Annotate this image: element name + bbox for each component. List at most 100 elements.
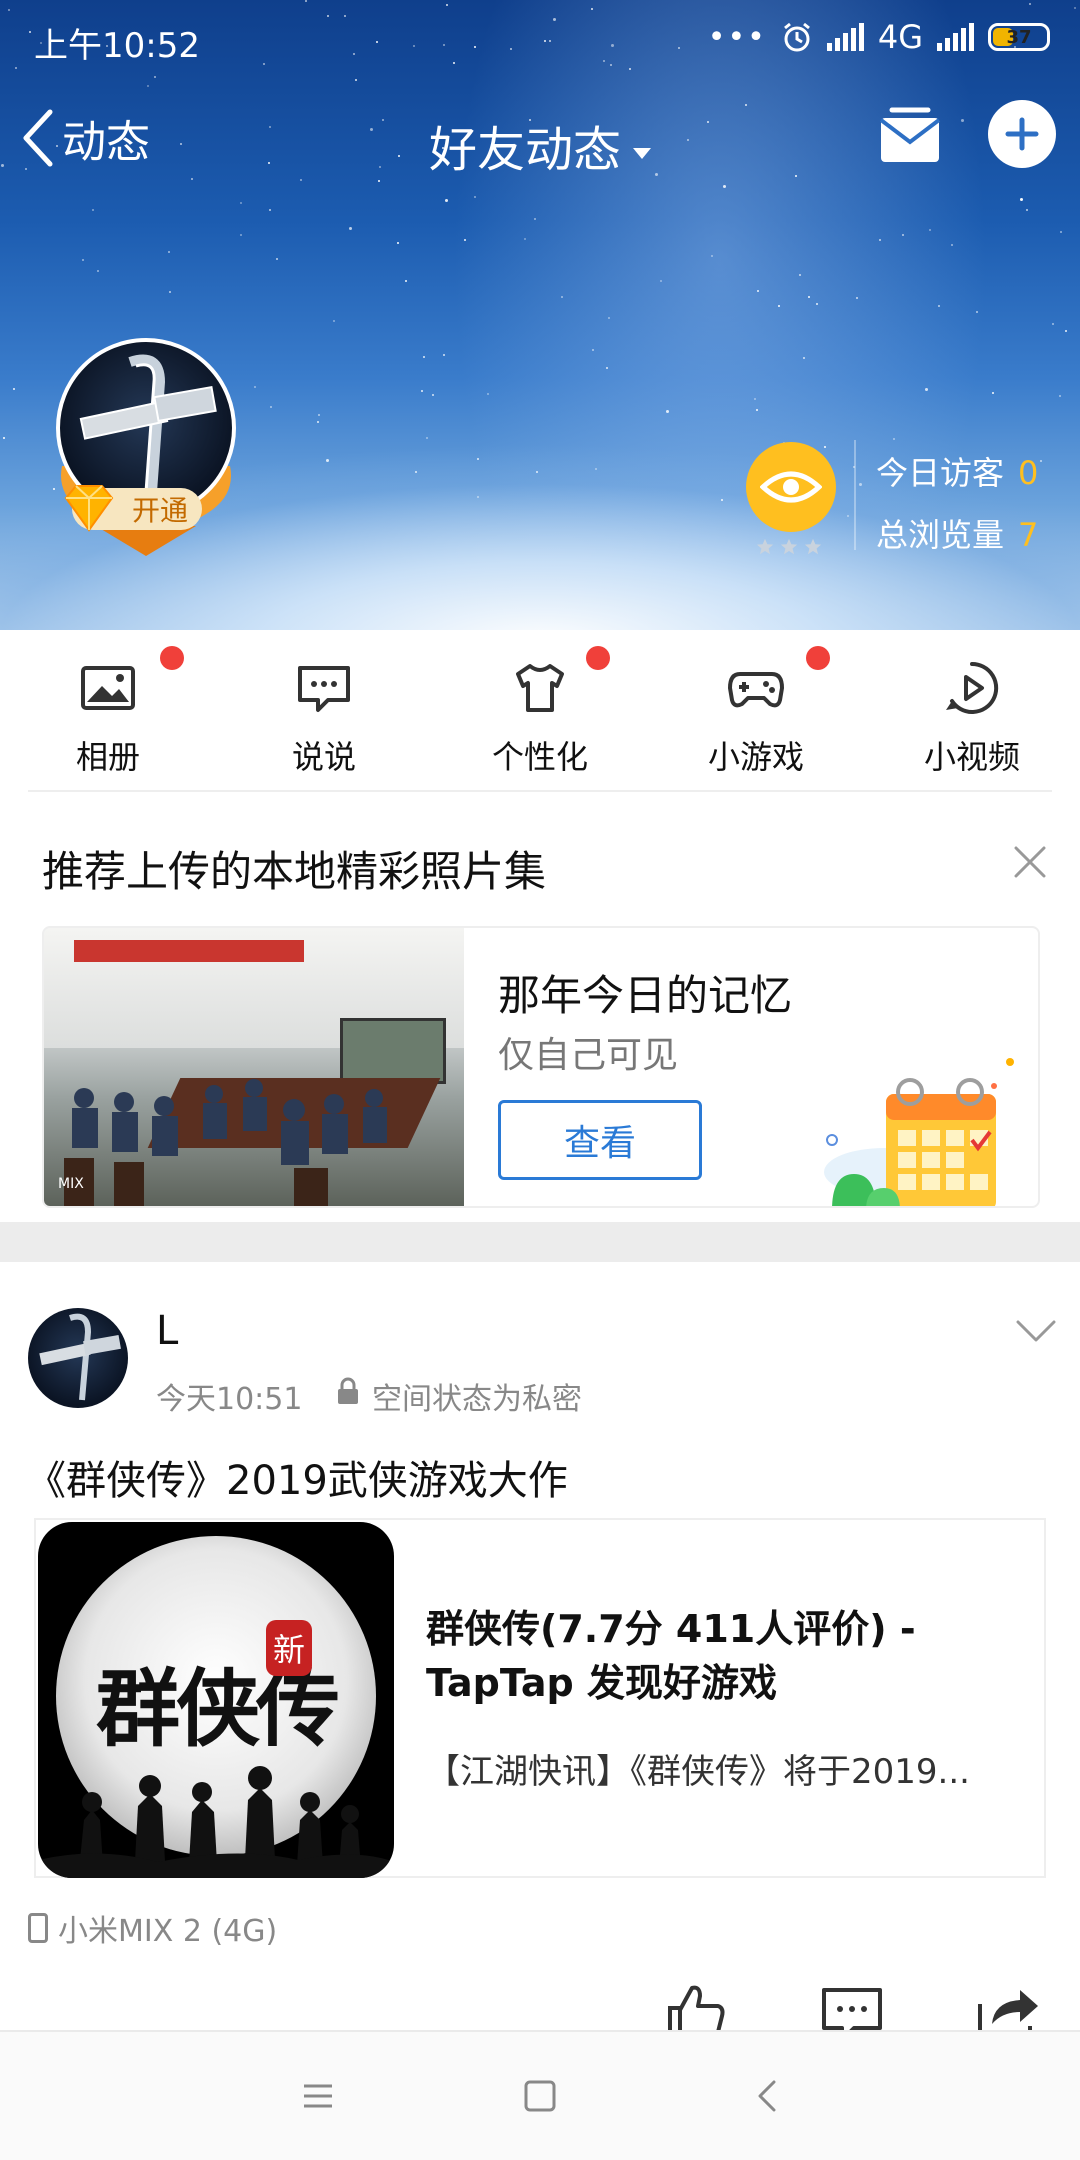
star [756,409,758,411]
star [426,437,428,439]
star [254,386,256,388]
status-time: 上午10:52 [34,26,200,66]
divider [28,790,1052,792]
star [269,209,271,211]
shortcut-label: 小游戏 [707,738,804,776]
shortcut-mood[interactable]: 说说 [216,630,432,790]
gamepad-icon [728,672,784,708]
star [902,234,904,236]
link-title: 群侠传(7.7分 411人评价) - TapTap 发现好游戏 [426,1607,916,1705]
star [464,239,466,241]
memory-photo: MIX [44,928,464,1206]
star [938,305,940,307]
share-icon[interactable] [974,1980,1042,2030]
nav-title: 好友动态 [428,122,621,178]
post-author-name[interactable]: L [156,1308,178,1354]
star [879,239,881,241]
star [1060,231,1062,233]
star [82,259,84,261]
star [1020,198,1023,201]
post-text: 《群侠传》2019武侠游戏大作 [26,1458,568,1504]
memory-card[interactable]: MIX 那年今日的记忆 仅自己可见 查看 [42,926,1040,1208]
shortcut-personalize[interactable]: 个性化 [432,630,648,790]
view-button[interactable]: 查看 [498,1100,702,1180]
home-icon[interactable] [520,2076,560,2116]
visitor-button[interactable] [746,442,836,532]
star [534,218,536,220]
star [1040,460,1042,462]
message-icon[interactable] [878,106,942,170]
profile-avatar[interactable]: 开通 [56,338,236,558]
recommend-title: 推荐上传的本地精彩照片集 [42,847,547,896]
signal-icon [826,23,864,51]
eye-icon [760,471,822,503]
device-label: 小米MIX 2 (4G) [58,1914,278,1949]
memory-visibility: 仅自己可见 [498,1035,679,1076]
star [799,274,801,276]
vip-open-button[interactable]: 开通 [64,485,202,532]
star [561,296,563,298]
star [929,229,931,231]
star [487,393,489,395]
star [240,202,242,204]
visitors-today-value: 0 [1018,454,1039,492]
star [660,280,662,282]
badge-dot [160,646,184,670]
star [925,388,928,391]
shortcut-minigame[interactable]: 小游戏 [648,630,864,790]
top-nav: 动态 好友动态 [0,96,1080,186]
menu-icon[interactable] [298,2076,338,2116]
star [808,296,810,298]
visitors-today-label: 今日访客 [876,454,1005,492]
star [1065,330,1067,332]
chat-bubble-icon [298,666,350,712]
like-icon[interactable] [662,1980,726,2030]
star [778,305,780,307]
star [445,199,448,202]
comment-icon[interactable] [818,1980,886,2030]
star [97,270,99,272]
section-separator [0,1222,1080,1262]
star [405,280,407,282]
post-author-avatar[interactable] [28,1308,128,1408]
star [951,244,953,246]
status-icons: ••• 4G 37 [708,18,1050,56]
star [721,499,723,501]
network-type: 4G [877,18,923,56]
star [3,437,5,439]
star [524,238,526,240]
shortcut-album[interactable]: 相册 [0,630,216,790]
photo-album-icon [81,666,135,710]
play-circle-icon [946,661,999,714]
post-device: 小米MIX 2 (4G) [28,1906,277,1950]
star [270,406,272,408]
star [606,367,608,369]
close-icon[interactable] [1010,842,1050,882]
star [803,357,805,359]
star [847,515,849,517]
shared-link-card[interactable]: 群侠传 新 群侠传(7.7分 411人评价) - TapTap 发现好游戏 【江… [34,1518,1046,1878]
star [92,209,94,211]
alarm-icon [783,22,810,52]
visitors-today[interactable]: 今日访客 0 [876,448,1038,494]
chevron-down-icon[interactable] [1014,1316,1058,1346]
star [816,303,818,305]
post-privacy: 空间状态为私密 [372,1382,582,1417]
shortcut-video[interactable]: 小视频 [864,630,1080,790]
star [856,297,858,299]
total-views[interactable]: 总浏览量 7 [876,510,1038,556]
star [333,320,335,322]
profile-cover[interactable]: 上午10:52 ••• 4G 37 动态 好友动态 开通 今日访客 0 总浏览量… [0,0,1080,630]
star [592,349,594,351]
star [432,394,434,396]
add-post-button[interactable] [988,100,1056,168]
shortcut-label: 个性化 [491,738,588,776]
star [608,317,610,319]
star-icon [804,538,822,555]
back-nav-icon[interactable] [748,2076,788,2116]
lock-icon [338,1377,358,1404]
star [397,242,399,244]
caret-down-icon [633,147,651,159]
system-nav-bar [0,2030,1080,2160]
shortcut-label: 相册 [75,738,140,776]
